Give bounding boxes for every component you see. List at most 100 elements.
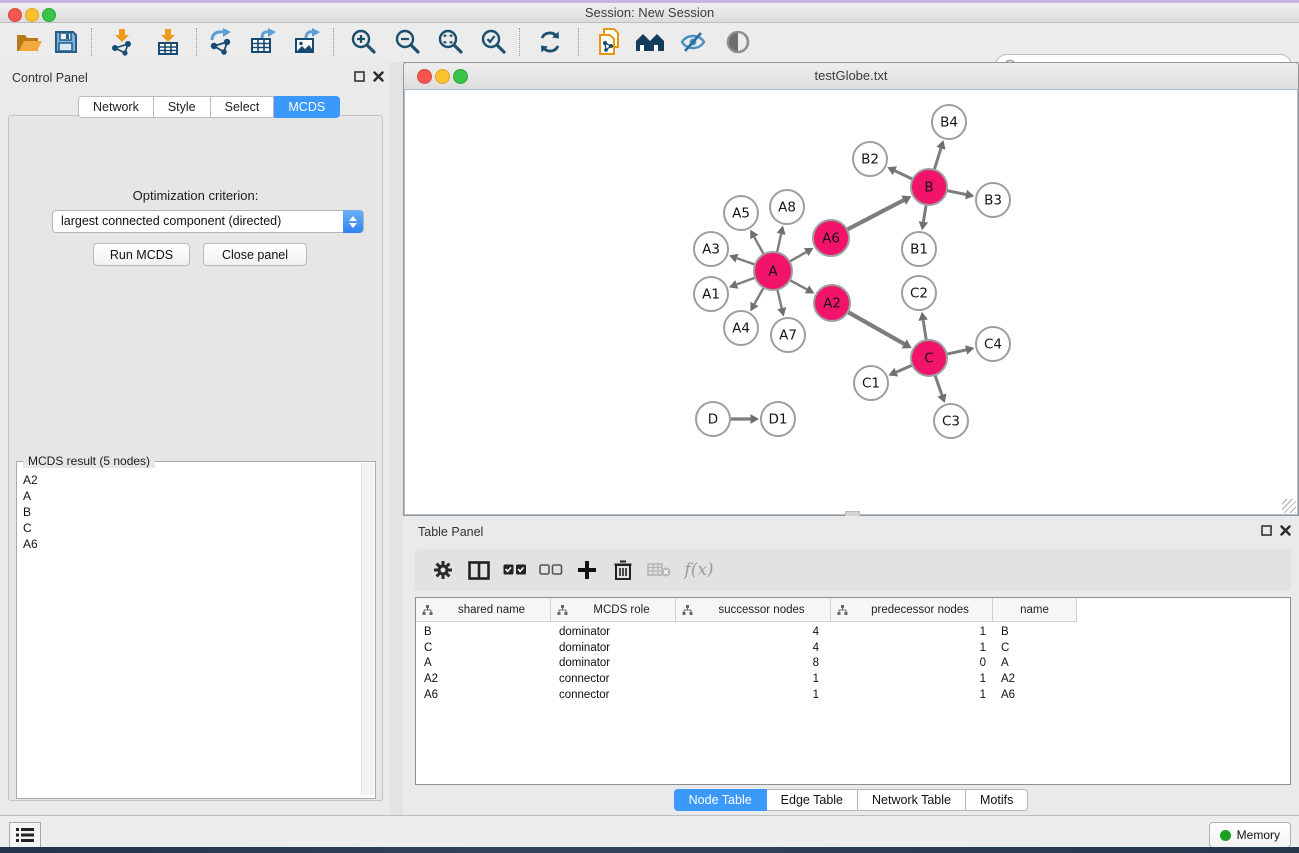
tab-mcds[interactable]: MCDS xyxy=(274,96,340,118)
control-panel-title: Control Panel xyxy=(12,71,88,85)
tab-select[interactable]: Select xyxy=(211,96,275,118)
edge-C-C3[interactable] xyxy=(935,375,942,395)
run-mcds-button[interactable]: Run MCDS xyxy=(93,243,190,266)
memory-button[interactable]: Memory xyxy=(1209,822,1291,848)
toolbar-separator xyxy=(519,28,520,56)
edge-C-C2[interactable] xyxy=(923,320,926,340)
edge-B-B2[interactable] xyxy=(895,171,913,179)
toggle-visibility-button[interactable] xyxy=(722,26,754,58)
table-toolbar: f(x) xyxy=(415,549,1291,591)
table-row-B[interactable]: Bdominator41B xyxy=(416,624,1077,640)
show-all-icon xyxy=(635,31,665,53)
mcds-result-item[interactable]: A2 xyxy=(23,472,38,488)
tab-motifs[interactable]: Motifs xyxy=(966,789,1028,811)
function-builder-button[interactable]: f(x) xyxy=(677,553,721,587)
table-row-C[interactable]: Cdominator41C xyxy=(416,640,1077,656)
tab-edge-table[interactable]: Edge Table xyxy=(767,789,858,811)
export-table-button[interactable] xyxy=(248,26,280,58)
import-table-button[interactable] xyxy=(152,26,184,58)
tab-network[interactable]: Network xyxy=(78,96,154,118)
delete-table-icon xyxy=(647,562,671,578)
column-header-MCDS-role[interactable]: MCDS role xyxy=(551,598,676,621)
edge-B-B4[interactable] xyxy=(934,148,941,170)
hide-selected-button[interactable] xyxy=(677,26,709,58)
deselect-all-button[interactable] xyxy=(533,553,569,587)
save-session-button[interactable] xyxy=(50,26,82,58)
task-history-button[interactable] xyxy=(9,822,41,848)
table-row-A6[interactable]: A6connector11A6 xyxy=(416,687,1077,703)
tab-network-table[interactable]: Network Table xyxy=(858,789,966,811)
select-all-button[interactable] xyxy=(497,553,533,587)
clone-network-icon xyxy=(596,27,622,57)
export-image-icon xyxy=(294,28,322,56)
delete-table-button[interactable] xyxy=(641,553,677,587)
close-panel-button[interactable]: Close panel xyxy=(203,243,307,266)
zoom-fit-button[interactable] xyxy=(435,26,467,58)
edge-B-B3[interactable] xyxy=(947,191,966,195)
tab-node-table[interactable]: Node Table xyxy=(674,789,767,811)
edge-A-A6[interactable] xyxy=(790,252,807,262)
edge-A-A8[interactable] xyxy=(777,234,781,253)
mcds-result-item[interactable]: B xyxy=(23,504,38,520)
export-network-button[interactable] xyxy=(206,26,238,58)
node-label-A6: A6 xyxy=(822,231,840,247)
optimization-criterion-select[interactable]: largest connected component (directed) xyxy=(52,210,364,233)
edge-A6-B[interactable] xyxy=(847,200,904,230)
edge-B-B1[interactable] xyxy=(923,205,926,222)
zoom-out-button[interactable] xyxy=(392,26,424,58)
delete-button[interactable] xyxy=(605,553,641,587)
result-scrollbar[interactable] xyxy=(361,463,374,795)
network-window-titlebar[interactable]: testGlobe.txt xyxy=(404,63,1298,90)
panel-splitter[interactable] xyxy=(390,62,403,815)
close-panel-icon[interactable] xyxy=(373,71,384,82)
window-resize-grip[interactable] xyxy=(1282,499,1296,513)
edge-C-C1[interactable] xyxy=(896,365,912,372)
tab-style[interactable]: Style xyxy=(154,96,211,118)
edge-A-A1[interactable] xyxy=(737,278,755,285)
mcds-result-item[interactable]: A6 xyxy=(23,536,38,552)
table-row-A[interactable]: Adominator80A xyxy=(416,655,1077,671)
refresh-button[interactable] xyxy=(534,26,566,58)
mcds-result-item[interactable]: A xyxy=(23,488,38,504)
table-row-A2[interactable]: A2connector11A2 xyxy=(416,671,1077,687)
table-panel: Table Panel xyxy=(403,516,1299,815)
edge-A-A3[interactable] xyxy=(737,258,755,264)
zoom-selected-icon xyxy=(481,29,507,55)
show-all-button[interactable] xyxy=(634,26,666,58)
split-view-button[interactable] xyxy=(461,553,497,587)
export-image-button[interactable] xyxy=(292,26,324,58)
add-column-button[interactable] xyxy=(569,553,605,587)
edge-A-A5[interactable] xyxy=(754,237,764,254)
column-header-shared-name[interactable]: shared name xyxy=(416,598,551,621)
close-table-panel-icon[interactable] xyxy=(1280,525,1291,536)
float-table-panel-icon[interactable] xyxy=(1261,525,1272,536)
edge-C-C4[interactable] xyxy=(947,350,967,354)
network-view-window: testGlobe.txt AA6A2BCA1A3A4A5A7A8B1B2B3B… xyxy=(403,62,1299,516)
zoom-selected-button[interactable] xyxy=(478,26,510,58)
split-view-icon xyxy=(468,561,490,580)
edge-A-A4[interactable] xyxy=(754,288,763,304)
column-header-predecessor-nodes[interactable]: predecessor nodes xyxy=(831,598,993,621)
app-titlebar: Session: New Session xyxy=(0,3,1299,23)
zoom-in-button[interactable] xyxy=(348,26,380,58)
table-settings-button[interactable] xyxy=(425,553,461,587)
edge-A2-C[interactable] xyxy=(848,312,905,344)
edge-A-A2[interactable] xyxy=(790,280,807,289)
optimization-criterion-label: Optimization criterion: xyxy=(9,188,382,203)
mcds-panel: Optimization criterion: largest connecte… xyxy=(8,115,383,801)
clone-network-button[interactable] xyxy=(593,26,625,58)
open-session-button[interactable] xyxy=(13,26,45,58)
column-header-successor-nodes[interactable]: successor nodes xyxy=(676,598,831,621)
float-panel-icon[interactable] xyxy=(354,71,365,82)
network-graph: AA6A2BCA1A3A4A5A7A8B1B2B3B4C1C2C3C4DD1 xyxy=(405,90,1297,514)
edge-arrow-A-A7 xyxy=(777,307,786,316)
node-label-B3: B3 xyxy=(984,193,1002,209)
node-label-D1: D1 xyxy=(769,412,788,428)
column-header-name[interactable]: name xyxy=(993,598,1077,621)
mcds-result-item[interactable]: C xyxy=(23,520,38,536)
edge-A-A7[interactable] xyxy=(777,289,781,308)
gear-icon xyxy=(433,560,453,580)
cell-successors: 1 xyxy=(676,689,831,701)
network-canvas[interactable]: AA6A2BCA1A3A4A5A7A8B1B2B3B4C1C2C3C4DD1 xyxy=(405,90,1297,514)
import-network-button[interactable] xyxy=(106,26,138,58)
